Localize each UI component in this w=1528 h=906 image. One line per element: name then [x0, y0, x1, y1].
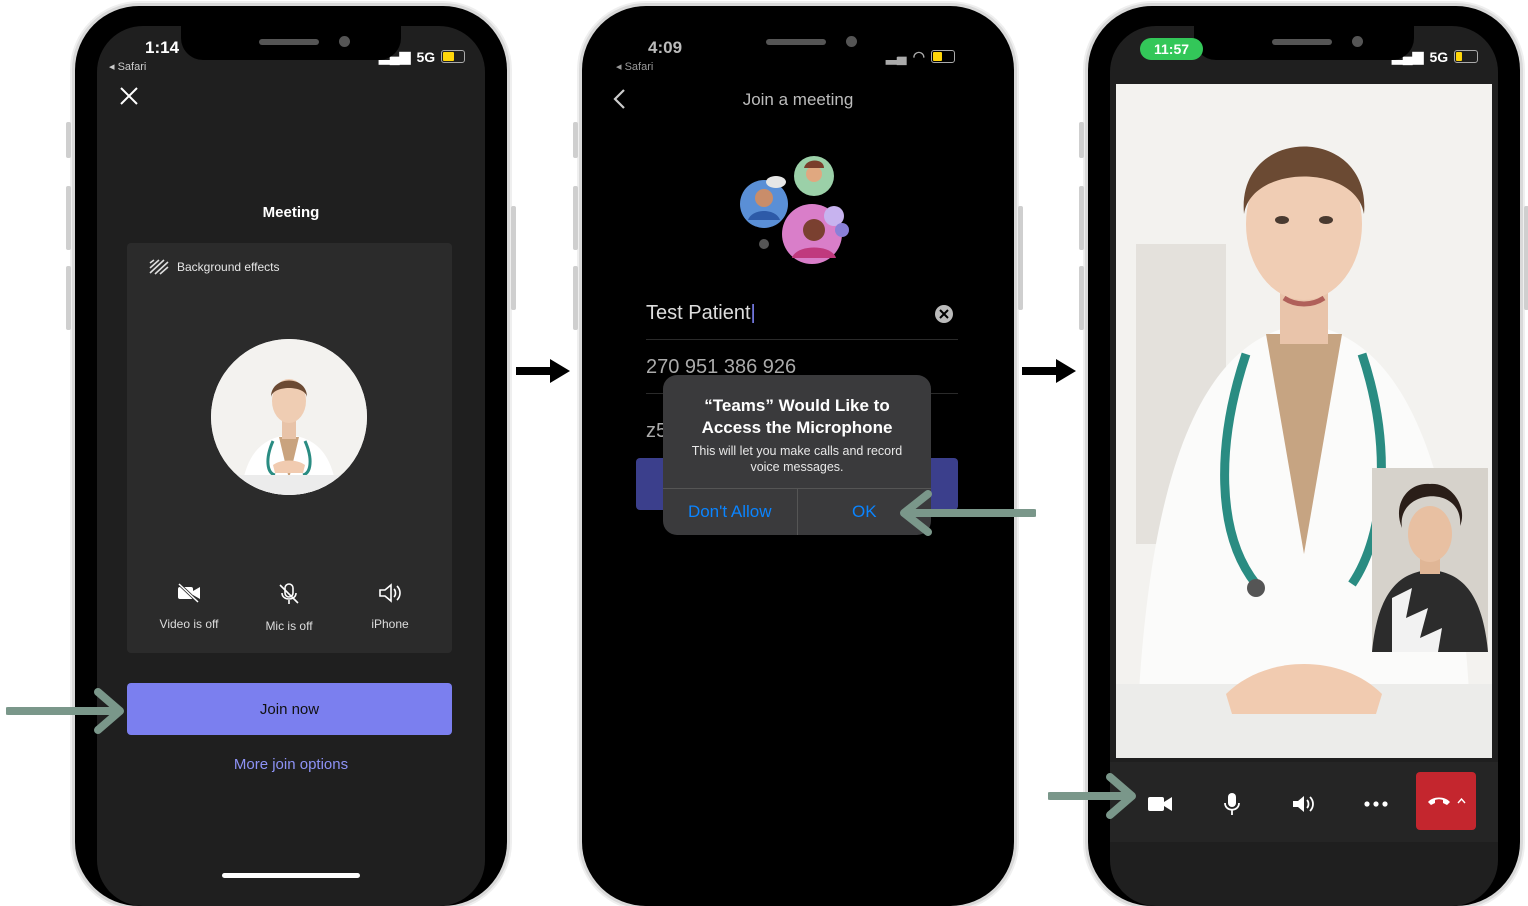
- more-options-button[interactable]: [1356, 784, 1396, 824]
- back-to-safari[interactable]: ◂ Safari: [616, 60, 653, 73]
- speaker-icon: [379, 583, 401, 603]
- mic-off-icon: [279, 583, 299, 604]
- phone1-screen: 1:14 ◂ Safari ▂▄▆ 5G Meeting Background …: [97, 26, 485, 906]
- mic-toggle[interactable]: [1212, 784, 1252, 824]
- audio-output-label: iPhone: [371, 617, 409, 631]
- chevron-up-icon: [1456, 798, 1466, 804]
- pointer-arrow-join-icon: [6, 688, 124, 734]
- speaker-toggle[interactable]: [1284, 784, 1324, 824]
- video-preview: Background effects Video is off Mic is o…: [127, 243, 452, 653]
- battery-icon: [1454, 50, 1479, 63]
- video-toggle-label: Video is off: [159, 617, 219, 631]
- audio-output-toggle[interactable]: iPhone: [340, 583, 440, 631]
- step-arrow-2-icon: [1022, 359, 1076, 383]
- page-title: Meeting: [262, 204, 320, 221]
- phone-in-call-screen: 11:57 ▂▄▆ 5G: [1079, 6, 1528, 906]
- call-timer-pill[interactable]: 11:57: [1140, 38, 1204, 60]
- speaker-icon: [1293, 796, 1314, 812]
- name-field-value: Test Patient: [646, 302, 751, 324]
- video-toggle[interactable]: Video is off: [139, 583, 239, 631]
- camera-toggle[interactable]: [1140, 784, 1180, 824]
- call-controls-bar: [1110, 762, 1498, 842]
- nav-title: Join a meeting: [742, 90, 854, 109]
- status-time: 1:14: [145, 38, 180, 57]
- battery-icon: [441, 50, 466, 63]
- pointer-arrow-camera-icon: [1048, 773, 1136, 819]
- hang-up-button[interactable]: [1416, 772, 1476, 830]
- step-arrow-1-icon: [516, 359, 570, 383]
- dont-allow-button[interactable]: Don't Allow: [663, 489, 797, 535]
- microphone-permission-dialog: “Teams” Would Like to Access the Microph…: [663, 375, 931, 535]
- dialog-title: “Teams” Would Like to Access the Microph…: [701, 396, 893, 437]
- phone-join-screen: 1:14 ◂ Safari ▂▄▆ 5G Meeting Background …: [66, 6, 516, 906]
- background-effects-label: Background effects: [177, 260, 280, 274]
- background-effects-button[interactable]: Background effects: [149, 259, 280, 275]
- avatar: [211, 339, 367, 495]
- notch: [1194, 26, 1414, 60]
- close-icon[interactable]: [119, 86, 139, 111]
- background-effects-icon: [149, 259, 169, 275]
- notch: [688, 26, 908, 60]
- phone-permission-screen: 4:09 ◂ Safari ▂▄ ◠ Join a meeting: [573, 6, 1023, 906]
- hangup-icon: [1427, 797, 1450, 805]
- network-label: 5G: [416, 48, 436, 65]
- video-off-icon: [177, 583, 200, 603]
- notch: [181, 26, 401, 60]
- more-icon: [1364, 801, 1388, 807]
- name-field[interactable]: Test Patient|: [646, 302, 958, 340]
- phone2-screen: 4:09 ◂ Safari ▂▄ ◠ Join a meeting: [604, 26, 992, 906]
- join-now-button[interactable]: Join now: [127, 683, 452, 735]
- phone3-screen: 11:57 ▂▄▆ 5G: [1110, 26, 1498, 906]
- back-to-safari[interactable]: ◂ Safari: [109, 60, 146, 73]
- self-video-pip[interactable]: [1372, 468, 1488, 652]
- network-label: 5G: [1429, 48, 1449, 65]
- clear-icon[interactable]: [934, 304, 954, 324]
- home-indicator: [222, 873, 360, 878]
- battery-charging-icon: [930, 50, 955, 63]
- mic-toggle-label: Mic is off: [265, 619, 313, 633]
- pointer-arrow-ok-icon: [900, 490, 1036, 536]
- more-join-options-link[interactable]: More join options: [97, 756, 485, 773]
- meeting-illustration: [734, 146, 864, 271]
- mic-toggle[interactable]: Mic is off: [239, 583, 339, 633]
- dialog-message: This will let you make calls and record …: [691, 444, 903, 474]
- remote-video: [1116, 84, 1492, 758]
- wifi-icon: ◠: [912, 48, 925, 64]
- camera-icon: [1148, 797, 1172, 811]
- status-time: 4:09: [648, 38, 683, 57]
- mic-icon: [1224, 793, 1240, 815]
